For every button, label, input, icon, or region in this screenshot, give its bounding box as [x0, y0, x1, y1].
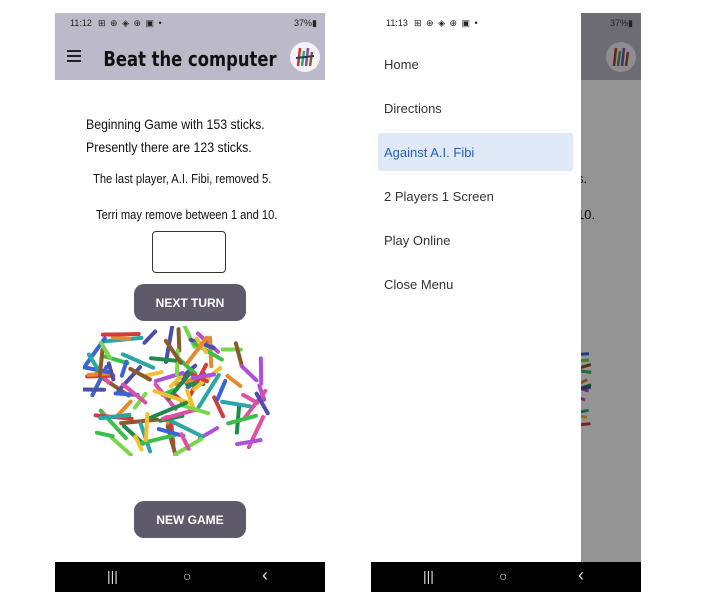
menu-item-directions[interactable]: Directions: [378, 89, 573, 127]
app-title: Beat the computer: [103, 47, 277, 71]
android-nav-bar: ||| ○ ‹: [55, 562, 325, 592]
stick: [100, 332, 141, 337]
stick: [143, 370, 164, 378]
stick: [94, 430, 115, 439]
menu-screen: s. 10. 11:13 ⊞ ⊕ ◈ ⊕ ▣ • Home Directions…: [371, 13, 641, 592]
menu-item-play-online[interactable]: Play Online: [378, 221, 573, 259]
game-screen: 11:12 ⊞ ⊕ ◈ ⊕ ▣ • 37%▮ Beat the computer…: [55, 13, 325, 592]
stick: [220, 399, 252, 409]
next-turn-button[interactable]: NEXT TURN: [134, 284, 246, 321]
stick: [226, 413, 258, 426]
stick: [100, 353, 130, 366]
menu-item-home[interactable]: Home: [378, 45, 573, 83]
app-logo-avatar: [290, 42, 320, 72]
last-player-text: The last player, A.I. Fibi, removed 5.: [93, 171, 272, 186]
stick: [97, 347, 105, 379]
game-content: Beginning Game with 153 sticks. Presentl…: [55, 80, 325, 562]
sticks-to-remove-input[interactable]: [152, 231, 226, 273]
back-icon[interactable]: ‹: [262, 565, 268, 586]
stick: [109, 435, 133, 456]
stick: [119, 359, 129, 378]
battery-indicator: 37%▮: [610, 18, 633, 28]
stick: [215, 378, 228, 402]
status-icons: ⊞ ⊕ ◈ ⊕ ▣ •: [98, 18, 163, 28]
may-remove-text: Terri may remove between 1 and 10.: [96, 207, 278, 222]
stick: [239, 364, 259, 383]
app-bar: Beat the computer: [55, 35, 325, 80]
stick: [143, 412, 150, 443]
home-icon[interactable]: ○: [499, 568, 507, 584]
android-nav-bar: ||| ○ ‹: [371, 562, 641, 592]
new-game-button[interactable]: NEW GAME: [134, 501, 246, 538]
stick: [142, 329, 158, 345]
presently-text: Presently there are 123 sticks.: [86, 139, 252, 155]
recent-apps-icon[interactable]: |||: [107, 568, 118, 584]
recent-apps-icon[interactable]: |||: [423, 568, 434, 584]
menu-item-two-players[interactable]: 2 Players 1 Screen: [378, 177, 573, 215]
battery-indicator: 37%▮: [294, 18, 317, 28]
beginning-text: Beginning Game with 153 sticks.: [86, 116, 265, 132]
sticks-pile-image: [83, 326, 270, 456]
back-icon[interactable]: ‹: [578, 565, 584, 586]
menu-item-against-ai-fibi[interactable]: Against A.I. Fibi: [378, 133, 573, 171]
status-bar: 11:12 ⊞ ⊕ ◈ ⊕ ▣ • 37%▮: [55, 13, 325, 35]
stick: [233, 341, 244, 368]
status-right-icons: 37%▮: [371, 13, 641, 35]
status-time: 11:12: [70, 18, 92, 28]
stick: [225, 373, 243, 388]
stick: [149, 356, 178, 363]
stick: [176, 327, 182, 353]
menu-item-close-menu[interactable]: Close Menu: [378, 265, 573, 303]
stick: [110, 335, 132, 341]
navigation-drawer: 11:13 ⊞ ⊕ ◈ ⊕ ▣ • Home Directions Agains…: [371, 13, 581, 562]
home-icon[interactable]: ○: [183, 568, 191, 584]
stick: [235, 438, 263, 447]
